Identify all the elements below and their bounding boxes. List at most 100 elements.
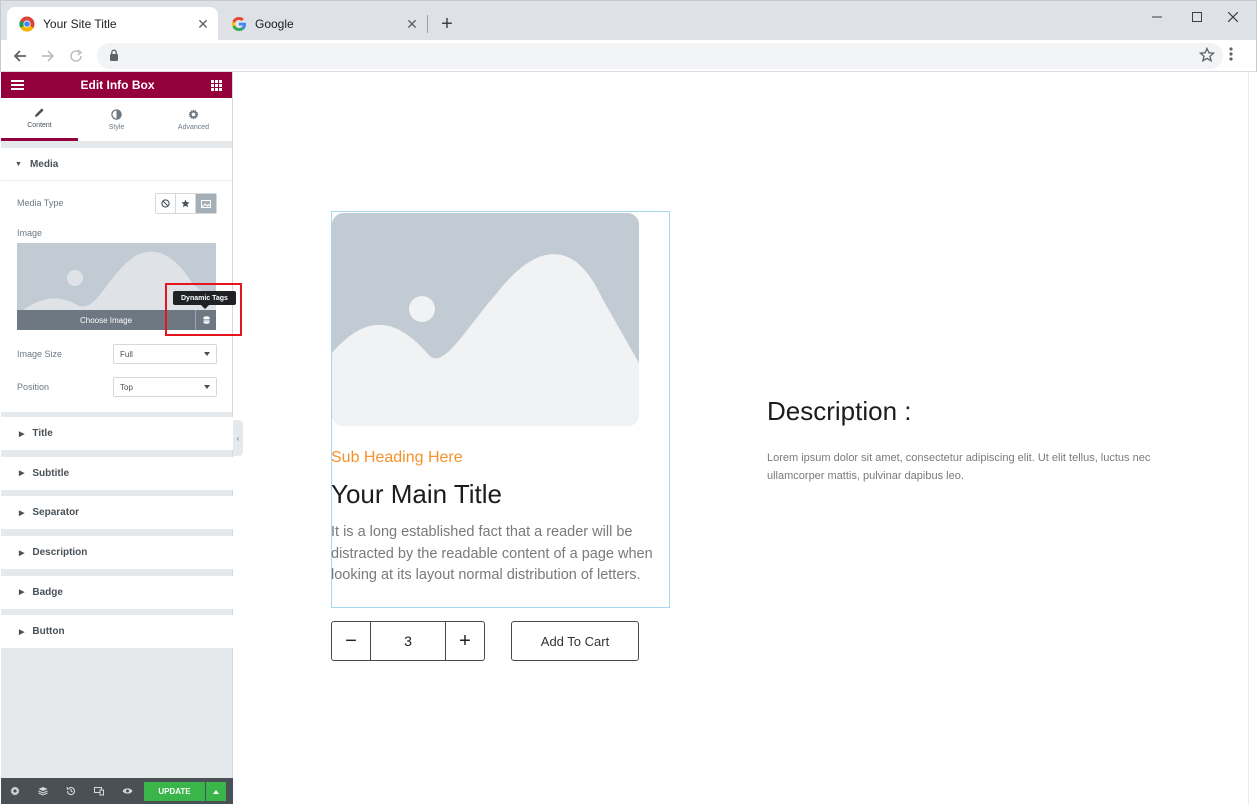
address-bar[interactable] (97, 43, 1223, 69)
half-circle-icon (111, 108, 122, 120)
more-vert-icon[interactable] (1229, 46, 1233, 62)
section-badge-toggle[interactable]: ▶ Badge (1, 575, 233, 609)
caret-right-icon: ▶ (19, 549, 25, 557)
position-label: Position (17, 382, 50, 392)
quantity-input[interactable]: 3 (370, 622, 446, 660)
tab-title: Your Site Title (43, 17, 117, 31)
update-options-button[interactable] (206, 782, 226, 801)
section-title: Media (29, 158, 59, 170)
responsive-mode-icon[interactable] (85, 778, 113, 804)
media-image-button[interactable] (196, 194, 216, 213)
tab-label: Advanced (177, 123, 210, 131)
add-to-cart-button[interactable]: Add To Cart (511, 621, 639, 661)
highlight-box (165, 283, 242, 336)
media-type-choices (155, 193, 217, 214)
section-button-toggle[interactable]: ▶ Button (1, 615, 233, 649)
back-icon[interactable] (9, 45, 31, 67)
google-icon (231, 17, 246, 31)
section-subtitle-toggle[interactable]: ▶ Subtitle (1, 456, 233, 490)
update-button[interactable]: UPDATE (144, 782, 205, 801)
tab-your-site-title[interactable]: Your Site Title ✕ (7, 7, 218, 41)
panel-tabs: Content Style Advanced (1, 98, 232, 142)
panel-header: Edit Info Box (1, 72, 232, 98)
tab-google[interactable]: Google ✕ (219, 7, 427, 41)
minimize-icon[interactable] (1147, 7, 1167, 27)
close-tab-icon[interactable]: ✕ (403, 15, 421, 33)
panel-footer: UPDATE (1, 778, 233, 804)
caret-right-icon: ▶ (19, 509, 25, 517)
panel-title: Edit Info Box (80, 78, 155, 92)
reload-icon[interactable] (65, 45, 87, 67)
caret-right-icon: ▶ (19, 589, 25, 597)
tab-label: Content (27, 122, 52, 129)
chevron-down-icon (204, 352, 210, 356)
section-label: Separator (32, 507, 80, 519)
image-control: Image (1, 225, 232, 241)
hamburger-menu-icon[interactable] (11, 80, 24, 90)
layers-icon[interactable] (29, 778, 57, 804)
media-section-header[interactable]: ▼ Media (1, 148, 232, 181)
section-label: Description (32, 547, 88, 559)
pencil-icon (35, 108, 44, 117)
close-tab-icon[interactable]: ✕ (194, 15, 212, 33)
preview-eye-icon[interactable] (113, 778, 141, 804)
description-heading: Description : (767, 396, 912, 426)
caret-down-icon: ▼ (15, 160, 22, 168)
image-size-label: Image Size (17, 349, 63, 359)
browser-tab-bar: Your Site Title ✕ Google ✕ + (0, 0, 1257, 41)
forward-icon[interactable] (37, 45, 59, 67)
section-label: Badge (32, 586, 63, 598)
control-label: Image (17, 228, 43, 238)
control-label: Media Type (17, 198, 64, 208)
panel-collapse-handle[interactable]: ‹ (233, 420, 243, 456)
caret-up-icon (213, 789, 219, 794)
settings-icon[interactable] (1, 778, 29, 804)
collapsed-sections: ▶ Title ▶ Subtitle ▶ Separator ▶ Descrip… (1, 417, 233, 655)
tab-separator (427, 15, 428, 33)
history-icon[interactable] (57, 778, 85, 804)
widgets-grid-icon[interactable] (211, 79, 222, 91)
select-value: Full (120, 349, 133, 359)
caret-right-icon: ▶ (19, 628, 25, 636)
star-icon (181, 199, 190, 208)
quantity-stepper: − 3 + (331, 621, 485, 661)
page-scrollbar[interactable] (1248, 72, 1257, 804)
increment-button[interactable]: + (446, 622, 484, 660)
bookmark-star-icon[interactable] (1199, 47, 1215, 63)
media-none-button[interactable] (156, 194, 176, 213)
info-box-image (332, 213, 639, 426)
ban-icon (161, 199, 170, 208)
section-label: Subtitle (32, 467, 70, 479)
section-separator-toggle[interactable]: ▶ Separator (1, 496, 233, 530)
new-tab-button[interactable]: + (437, 14, 457, 34)
maximize-icon[interactable] (1187, 7, 1207, 27)
decrement-button[interactable]: − (332, 622, 370, 660)
position-select[interactable]: Top (113, 377, 217, 397)
browser-toolbar (0, 40, 1257, 72)
image-icon (201, 199, 211, 208)
tab-style[interactable]: Style (78, 98, 155, 141)
description-text: Lorem ipsum dolor sit amet, consectetur … (767, 452, 1151, 482)
chevron-left-icon: ‹ (236, 433, 240, 443)
select-value: Top (120, 382, 133, 392)
image-size-select[interactable]: Full (113, 344, 217, 364)
lock-icon (110, 49, 118, 61)
caret-right-icon: ▶ (19, 430, 25, 438)
media-icon-button[interactable] (176, 194, 196, 213)
close-window-icon[interactable] (1223, 7, 1243, 27)
image-placeholder-icon (332, 213, 639, 426)
tab-label: Style (108, 123, 125, 131)
section-description-toggle[interactable]: ▶ Description (1, 536, 233, 570)
tab-advanced[interactable]: Advanced (155, 98, 232, 141)
media-type-control: Media Type (1, 181, 232, 225)
tab-title: Google (255, 17, 294, 31)
caret-right-icon: ▶ (19, 470, 25, 478)
section-label: Button (32, 626, 65, 638)
section-title-toggle[interactable]: ▶ Title (1, 417, 233, 450)
editor-panel: Edit Info Box Content Style Advanced ▼ M… (1, 72, 233, 804)
info-box-subheading: Sub Heading Here (331, 449, 463, 466)
info-box-title: Your Main Title (331, 479, 503, 509)
chrome-icon (19, 16, 35, 32)
info-box-description: It is a long established fact that a rea… (331, 524, 653, 583)
tab-content[interactable]: Content (1, 98, 78, 141)
